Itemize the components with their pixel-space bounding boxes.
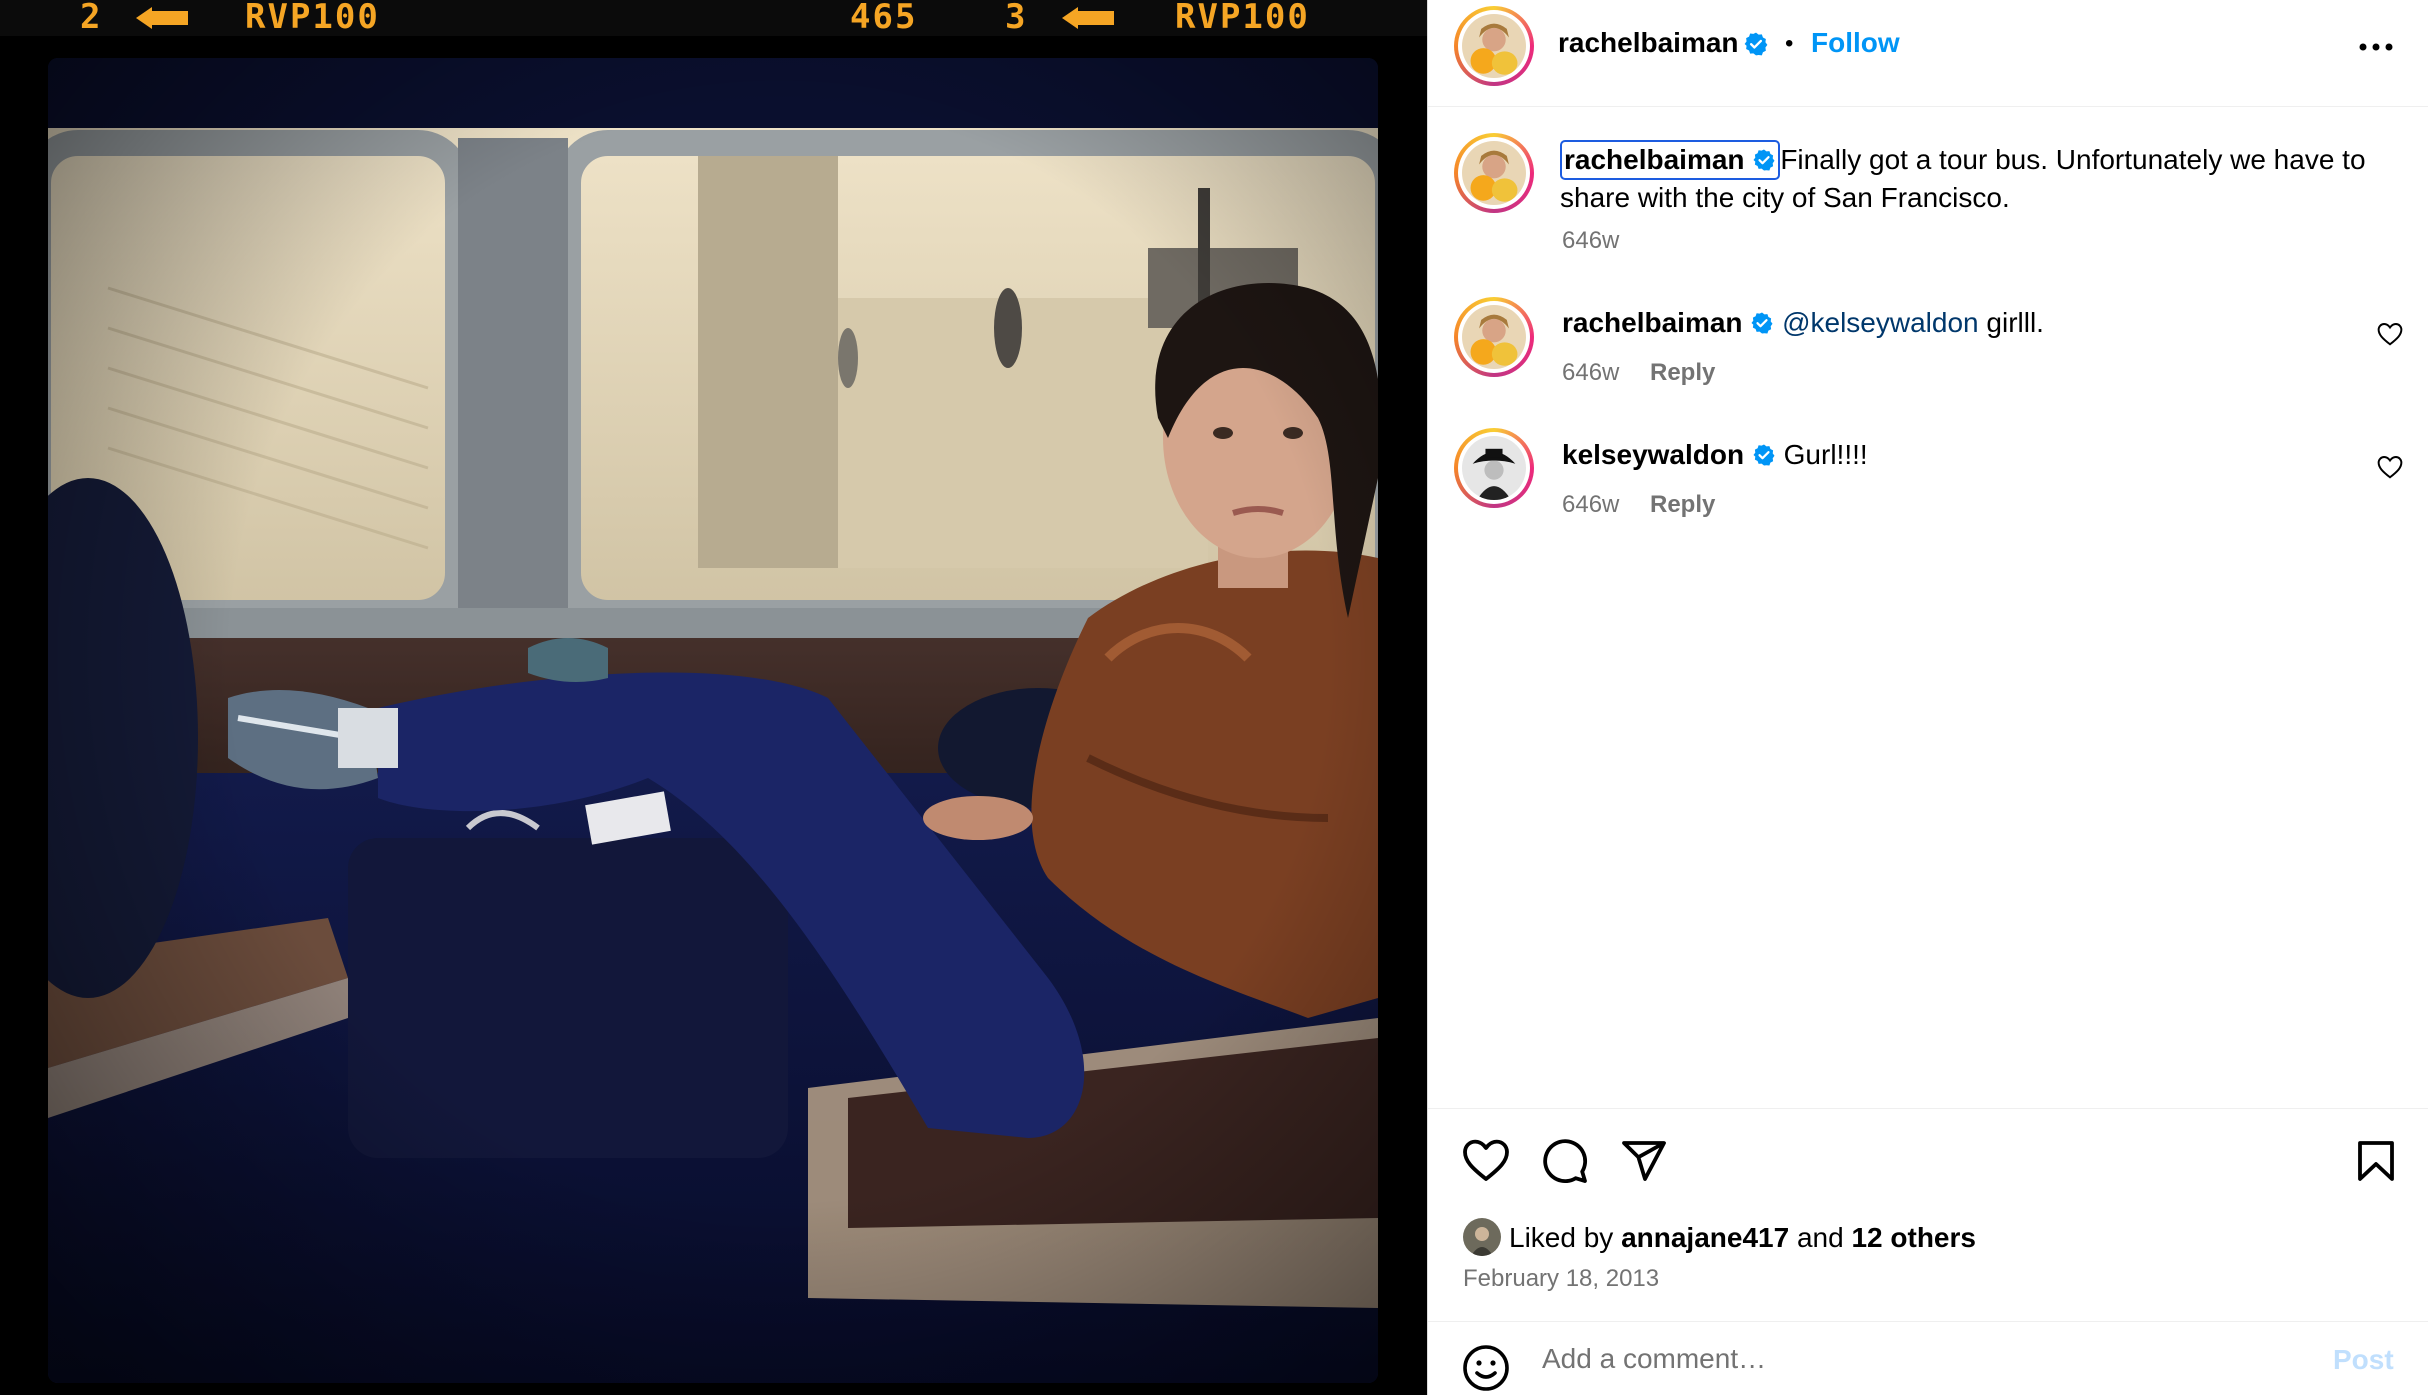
more-horizontal-icon[interactable] <box>2358 42 2394 52</box>
comment-like-heart-icon[interactable] <box>2377 455 2403 479</box>
comment-timestamp[interactable]: 646w <box>1562 359 1619 387</box>
comment-text: kelseywaldon Gurl!!!! <box>1562 439 1868 471</box>
film-code-right: RVP100 <box>1175 0 1310 37</box>
comment-mention-link[interactable]: @kelseywaldon <box>1782 307 1979 338</box>
avatar-image <box>1462 436 1526 500</box>
heart-icon[interactable] <box>1462 1137 1510 1185</box>
comment-like-heart-icon[interactable] <box>2377 322 2403 346</box>
likes-summary: Liked by annajane417 and 12 others <box>1509 1222 1976 1254</box>
verified-badge-icon <box>1751 312 1773 334</box>
likes-prefix: Liked by <box>1509 1222 1622 1253</box>
comment-username[interactable]: rachelbaiman <box>1562 307 1743 338</box>
comment-body: girlll. <box>1978 307 2044 338</box>
comment-avatar[interactable] <box>1454 428 1534 508</box>
bookmark-icon[interactable] <box>2352 1137 2400 1185</box>
caption-timestamp[interactable]: 646w <box>1562 227 1619 255</box>
post-header: rachelbaiman • Follow <box>1428 0 2428 107</box>
caption-body: rachelbaiman Finally got a tour bus. Unf… <box>1560 140 2390 216</box>
caption-author-avatar[interactable] <box>1454 133 1534 213</box>
post-details-panel: rachelbaiman • Follow rachelbaiman Final… <box>1427 0 2428 1395</box>
comment-text: rachelbaiman @kelseywaldon girlll. <box>1562 307 2044 339</box>
caption-username[interactable]: rachelbaiman <box>1560 140 1781 180</box>
comment-composer: Post <box>1428 1321 2428 1395</box>
liker-username[interactable]: annajane417 <box>1621 1222 1789 1253</box>
bus-scene-image <box>48 58 1378 1383</box>
reply-button[interactable]: Reply <box>1650 491 1715 519</box>
post-photo-pane: 2 RVP100 465 3 RVP100 <box>0 0 1427 1395</box>
reply-button[interactable]: Reply <box>1650 359 1715 387</box>
comment-body: Gurl!!!! <box>1783 439 1868 470</box>
comment-icon[interactable] <box>1541 1137 1589 1185</box>
emoji-icon[interactable] <box>1462 1344 1510 1392</box>
film-arrow-icon <box>136 7 188 29</box>
avatar-image <box>1463 1218 1501 1256</box>
verified-badge-icon <box>1744 32 1768 56</box>
post-actions: Liked by annajane417 and 12 others Febru… <box>1428 1108 2428 1322</box>
comment-timestamp[interactable]: 646w <box>1562 491 1619 519</box>
post-comment-button[interactable]: Post <box>2333 1344 2394 1376</box>
likes-others-link[interactable]: 12 others <box>1851 1222 1976 1253</box>
verified-badge-icon <box>1753 149 1775 171</box>
verified-badge-icon <box>1753 444 1775 466</box>
comment-input[interactable] <box>1542 1334 2302 1384</box>
film-counter: 465 <box>850 0 918 37</box>
comment-avatar[interactable] <box>1454 297 1534 377</box>
liker-avatar[interactable] <box>1463 1218 1501 1256</box>
avatar-image <box>1462 14 1526 78</box>
film-frame-number-right: 3 <box>1005 0 1028 37</box>
header-separator: • <box>1785 30 1794 57</box>
follow-button[interactable]: Follow <box>1811 27 1900 59</box>
author-avatar[interactable] <box>1454 6 1534 86</box>
share-icon[interactable] <box>1620 1137 1668 1185</box>
post-date[interactable]: February 18, 2013 <box>1463 1265 1659 1293</box>
film-frame-number-left: 2 <box>80 0 103 37</box>
likes-connector: and <box>1789 1222 1852 1253</box>
film-strip: 2 RVP100 465 3 RVP100 <box>0 0 1427 36</box>
post-image[interactable] <box>48 58 1378 1383</box>
avatar-image <box>1462 305 1526 369</box>
film-arrow-icon <box>1062 7 1114 29</box>
avatar-image <box>1462 141 1526 205</box>
film-code-left: RVP100 <box>245 0 380 37</box>
comment-username[interactable]: kelseywaldon <box>1562 439 1744 470</box>
author-username[interactable]: rachelbaiman <box>1558 27 1739 59</box>
